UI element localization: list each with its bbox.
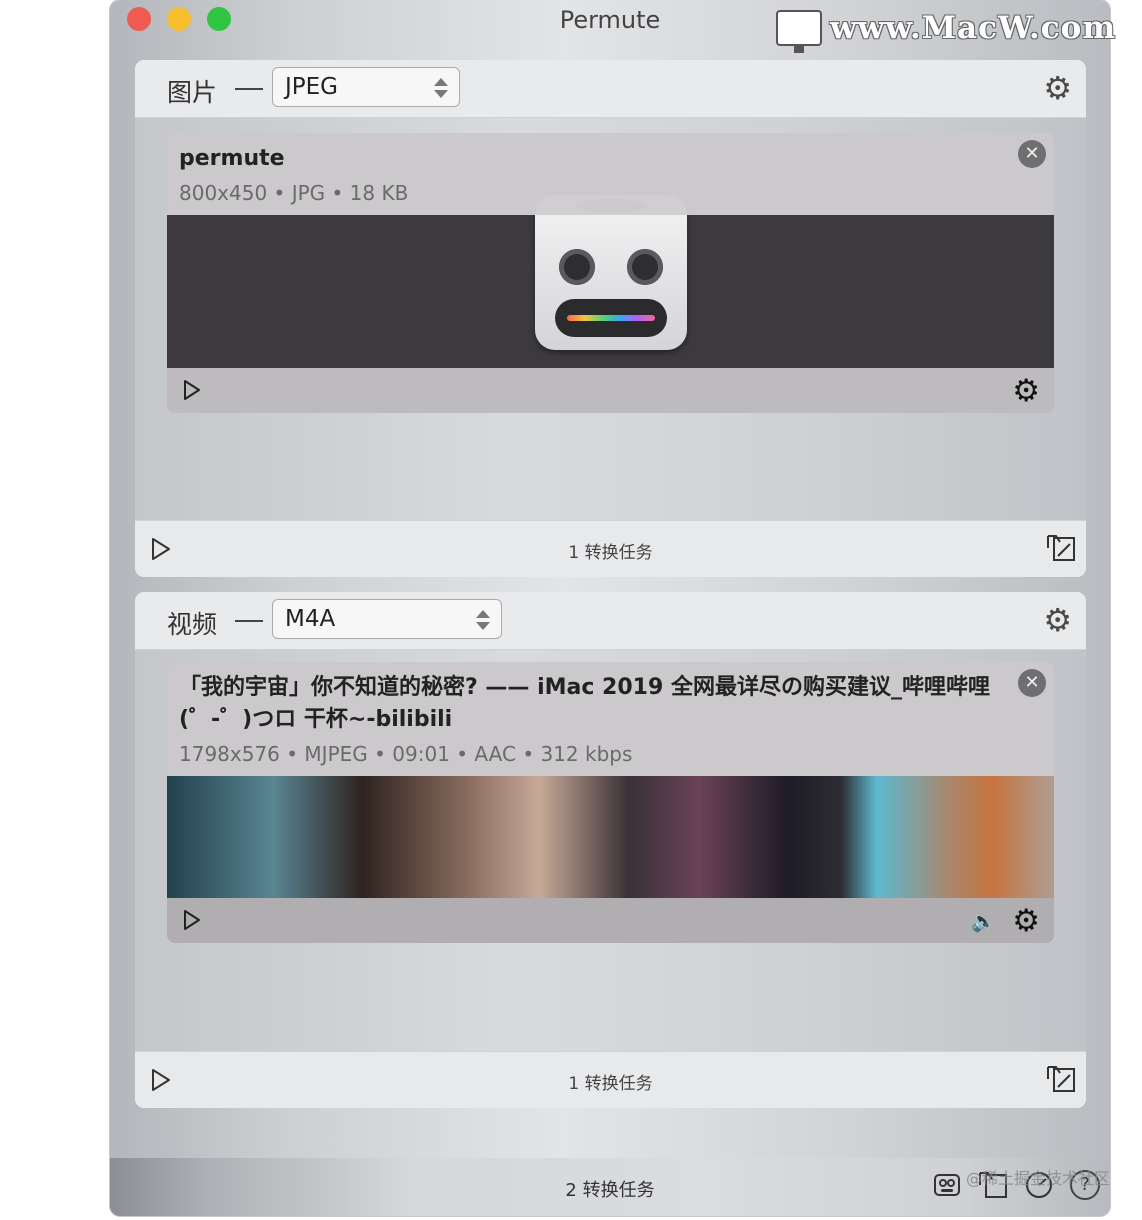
play-file-icon[interactable] — [183, 379, 201, 401]
format-select-value: M4A — [285, 606, 336, 632]
monitor-logo-icon — [776, 10, 822, 53]
panel-header: 视频 M4A ⚙ — [135, 592, 1086, 650]
file-meta: 1798x576 • MJPEG • 09:01 • AAC • 312 kbp… — [179, 742, 633, 766]
panel-task-count: 1 转换任务 — [568, 1074, 653, 1094]
file-info: permute 800x450 • JPG • 18 KB ✕ — [167, 133, 1054, 215]
panel-footer: 1 转换任务 — [135, 1051, 1086, 1108]
format-select[interactable]: M4A — [272, 599, 502, 639]
remove-file-close-icon[interactable]: ✕ — [1018, 140, 1046, 168]
panel-settings-gear-icon[interactable]: ⚙ — [1043, 604, 1072, 636]
credit-watermark: @稀土掘金技术社区 — [965, 1169, 1110, 1188]
robot-mouth — [555, 299, 667, 337]
robot-mascot-icon[interactable] — [932, 1170, 962, 1200]
file-preview — [167, 195, 1054, 368]
watermark-text: www.MacW.com — [830, 10, 1117, 46]
file-controls: 🔈 ⚙ — [167, 898, 1054, 943]
remove-file-close-icon[interactable]: ✕ — [1018, 669, 1046, 697]
merge-files-icon[interactable] — [1046, 534, 1076, 562]
separator-dash — [235, 620, 263, 622]
image-conversion-panel: 图片 JPEG ⚙ permute 800x450 • JPG • 18 KB — [135, 60, 1086, 577]
file-name: permute — [179, 146, 285, 171]
robot-eye-left — [559, 249, 595, 285]
panel-task-count: 1 转换任务 — [568, 543, 653, 563]
file-name: 「我的宇宙」你不知道的秘密? —— iMac 2019 全网最详尽の购买建议_哔… — [179, 675, 990, 732]
panel-footer: 1 转换任务 — [135, 520, 1086, 577]
file-card: 「我的宇宙」你不知道的秘密? —— iMac 2019 全网最详尽の购买建议_哔… — [167, 662, 1054, 943]
file-info: 「我的宇宙」你不知道的秘密? —— iMac 2019 全网最详尽の购买建议_哔… — [167, 662, 1054, 776]
panel-header: 图片 JPEG ⚙ — [135, 60, 1086, 118]
panel-settings-gear-icon[interactable]: ⚙ — [1043, 72, 1072, 104]
separator-dash — [235, 88, 263, 90]
file-controls: ⚙ — [167, 368, 1054, 413]
video-thumbnail — [167, 776, 1054, 898]
format-select[interactable]: JPEG — [272, 67, 460, 107]
site-watermark: www.MacW.com — [776, 8, 1117, 53]
merge-files-icon[interactable] — [1046, 1065, 1076, 1093]
updown-arrows-icon — [476, 610, 490, 630]
play-file-icon[interactable] — [183, 909, 201, 931]
app-window: Permute 图片 JPEG ⚙ permute 800x450 • JPG … — [110, 0, 1110, 1216]
format-select-value: JPEG — [285, 74, 339, 100]
permute-robot-icon — [535, 195, 687, 350]
speaker-icon[interactable]: 🔈 — [971, 909, 996, 933]
file-settings-gear-icon[interactable]: ⚙ — [1012, 375, 1040, 407]
bottom-status-bar: 2 转换任务 ? @稀土掘金技术社区 — [110, 1158, 1110, 1216]
file-meta: 800x450 • JPG • 18 KB — [179, 181, 409, 205]
category-label: 图片 — [167, 78, 218, 107]
video-conversion-panel: 视频 M4A ⚙ 「我的宇宙」你不知道的秘密? —— iMac 2019 全网最… — [135, 592, 1086, 1108]
robot-eye-right — [627, 249, 663, 285]
file-card: permute 800x450 • JPG • 18 KB ✕ ⚙ — [167, 133, 1054, 413]
updown-arrows-icon — [434, 78, 448, 98]
file-settings-gear-icon[interactable]: ⚙ — [1012, 905, 1040, 937]
category-label: 视频 — [167, 610, 218, 639]
